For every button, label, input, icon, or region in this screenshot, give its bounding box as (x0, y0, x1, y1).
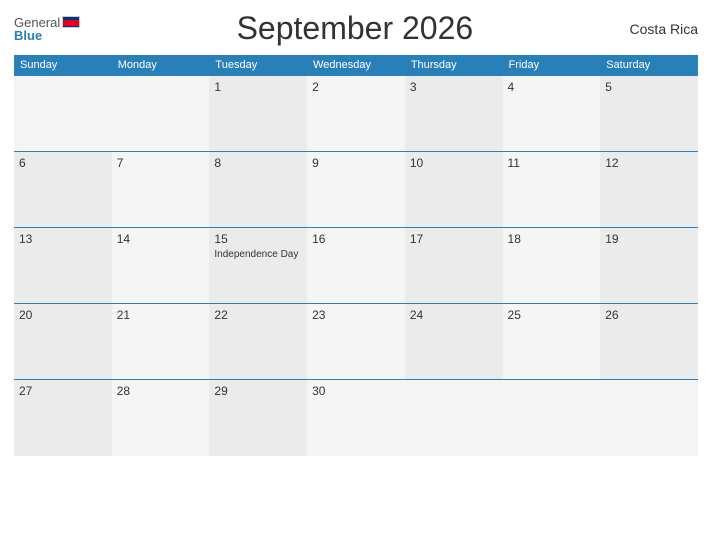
day-number: 26 (605, 308, 693, 322)
day-number: 19 (605, 232, 693, 246)
calendar-cell (14, 76, 112, 152)
calendar-cell: 7 (112, 152, 210, 228)
weekday-header: Wednesday (307, 55, 405, 76)
calendar-cell: 20 (14, 304, 112, 380)
day-number: 24 (410, 308, 498, 322)
calendar-cell (112, 76, 210, 152)
logo-general-text: General (14, 16, 60, 29)
day-number: 28 (117, 384, 205, 398)
day-number: 9 (312, 156, 400, 170)
weekday-header: Friday (503, 55, 601, 76)
day-number: 1 (214, 80, 302, 94)
calendar-week-row: 13 14 15 Independence Day 16 17 18 19 (14, 228, 698, 304)
calendar-cell: 21 (112, 304, 210, 380)
calendar-cell: 8 (209, 152, 307, 228)
calendar-cell: 12 (600, 152, 698, 228)
day-number: 2 (312, 80, 400, 94)
calendar-page: General Blue September 2026 Costa Rica S… (0, 0, 712, 550)
calendar-cell: 16 (307, 228, 405, 304)
day-number: 23 (312, 308, 400, 322)
calendar-week-row: 20 21 22 23 24 25 26 (14, 304, 698, 380)
calendar-cell: 19 (600, 228, 698, 304)
day-number: 8 (214, 156, 302, 170)
calendar-cell: 13 (14, 228, 112, 304)
weekday-header-row: SundayMondayTuesdayWednesdayThursdayFrid… (14, 55, 698, 76)
weekday-header: Saturday (600, 55, 698, 76)
calendar-cell (405, 380, 503, 456)
calendar-cell: 17 (405, 228, 503, 304)
day-number: 7 (117, 156, 205, 170)
calendar-cell: 24 (405, 304, 503, 380)
holiday-label: Independence Day (214, 248, 302, 261)
header: General Blue September 2026 Costa Rica (14, 10, 698, 47)
day-number: 14 (117, 232, 205, 246)
day-number: 12 (605, 156, 693, 170)
weekday-header: Sunday (14, 55, 112, 76)
calendar-cell: 5 (600, 76, 698, 152)
calendar-cell: 25 (503, 304, 601, 380)
day-number: 18 (508, 232, 596, 246)
calendar-cell: 1 (209, 76, 307, 152)
day-number: 15 (214, 232, 302, 246)
calendar-cell: 26 (600, 304, 698, 380)
day-number: 22 (214, 308, 302, 322)
day-number: 25 (508, 308, 596, 322)
flag-icon (62, 16, 80, 28)
day-number: 13 (19, 232, 107, 246)
logo: General Blue (14, 16, 80, 42)
country-label: Costa Rica (630, 21, 698, 37)
calendar-cell: 28 (112, 380, 210, 456)
day-number: 4 (508, 80, 596, 94)
calendar-table: SundayMondayTuesdayWednesdayThursdayFrid… (14, 55, 698, 456)
weekday-header: Tuesday (209, 55, 307, 76)
day-number: 5 (605, 80, 693, 94)
calendar-title: September 2026 (80, 10, 629, 47)
calendar-cell: 23 (307, 304, 405, 380)
calendar-cell: 6 (14, 152, 112, 228)
day-number: 27 (19, 384, 107, 398)
calendar-week-row: 27 28 29 30 (14, 380, 698, 456)
calendar-cell: 30 (307, 380, 405, 456)
day-number: 6 (19, 156, 107, 170)
day-number: 3 (410, 80, 498, 94)
weekday-header: Thursday (405, 55, 503, 76)
weekday-header: Monday (112, 55, 210, 76)
calendar-cell: 11 (503, 152, 601, 228)
calendar-cell: 4 (503, 76, 601, 152)
calendar-cell: 22 (209, 304, 307, 380)
calendar-cell (600, 380, 698, 456)
day-number: 16 (312, 232, 400, 246)
calendar-cell: 18 (503, 228, 601, 304)
day-number: 11 (508, 156, 596, 170)
calendar-cell: 14 (112, 228, 210, 304)
day-number: 17 (410, 232, 498, 246)
calendar-cell: 9 (307, 152, 405, 228)
calendar-cell: 3 (405, 76, 503, 152)
day-number: 10 (410, 156, 498, 170)
calendar-cell (503, 380, 601, 456)
day-number: 20 (19, 308, 107, 322)
calendar-cell: 29 (209, 380, 307, 456)
calendar-cell: 27 (14, 380, 112, 456)
calendar-cell: 2 (307, 76, 405, 152)
day-number: 30 (312, 384, 400, 398)
day-number: 29 (214, 384, 302, 398)
calendar-week-row: 12345 (14, 76, 698, 152)
calendar-cell: 15 Independence Day (209, 228, 307, 304)
logo-blue-text: Blue (14, 29, 42, 42)
calendar-cell: 10 (405, 152, 503, 228)
calendar-week-row: 6789 10 11 12 (14, 152, 698, 228)
day-number: 21 (117, 308, 205, 322)
